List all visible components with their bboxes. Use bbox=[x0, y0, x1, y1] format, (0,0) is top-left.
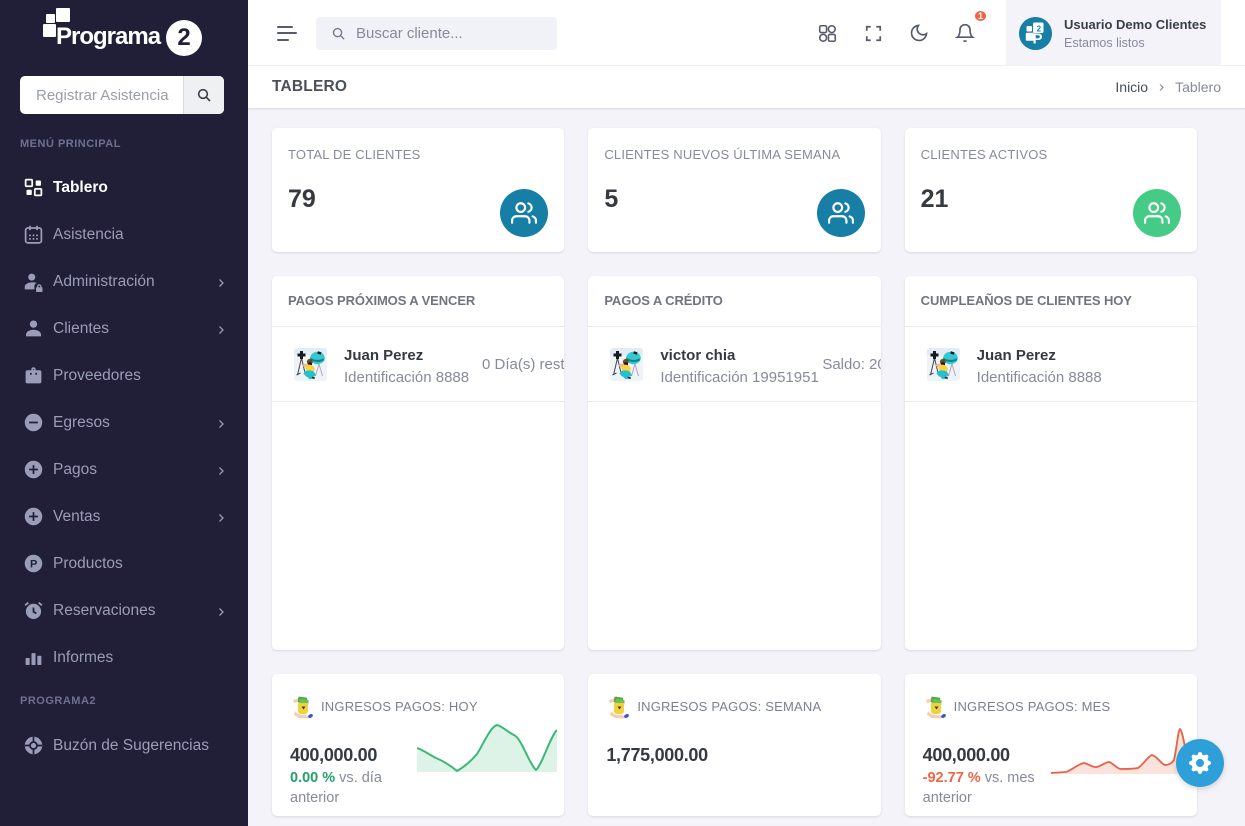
svg-text:P: P bbox=[30, 558, 37, 570]
svg-text:2: 2 bbox=[1037, 24, 1042, 33]
